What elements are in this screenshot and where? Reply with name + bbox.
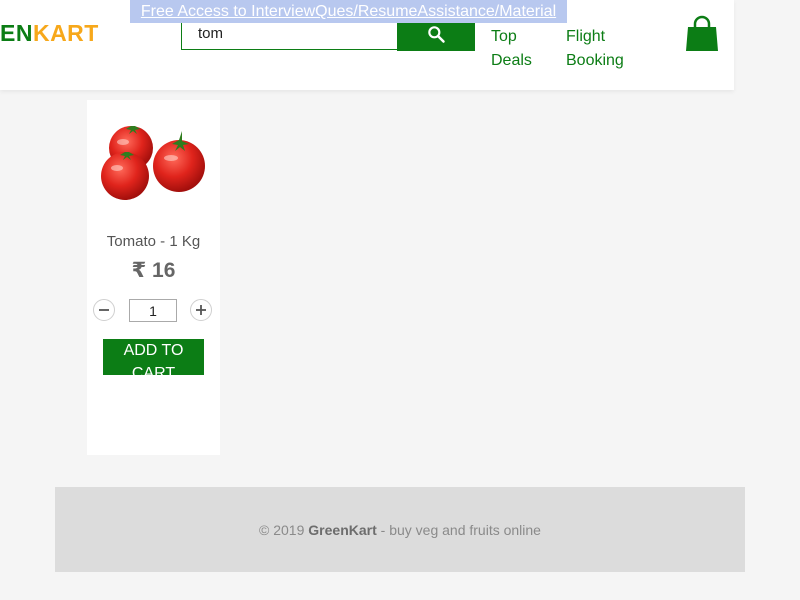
footer-tagline: - buy veg and fruits online — [380, 521, 541, 538]
brand-logo[interactable]: ENKART — [0, 20, 99, 47]
tomato-image — [101, 126, 205, 200]
cart-button[interactable] — [685, 15, 719, 53]
add-to-cart-button[interactable]: ADD TO CART — [103, 339, 204, 375]
minus-icon — [99, 309, 109, 311]
footer-brand: GreenKart — [308, 521, 377, 538]
plus-icon — [196, 305, 206, 315]
shopping-bag-icon — [686, 15, 718, 51]
nav-top-deals[interactable]: Top Deals — [491, 25, 551, 73]
banner-link[interactable]: Free Access to InterviewQues/ResumeAssis… — [130, 0, 567, 23]
brand-prefix: EN — [0, 20, 33, 46]
search-icon — [428, 26, 445, 43]
decrement-button[interactable] — [93, 299, 115, 321]
product-name: Tomato - 1 Kg — [106, 233, 201, 250]
product-card: Tomato - 1 Kg ₹ 16 ADD TO CART — [87, 100, 220, 455]
product-price: ₹ 16 — [131, 259, 176, 282]
site-footer: © 2019 GreenKart - buy veg and fruits on… — [55, 487, 745, 572]
nav-flight-booking[interactable]: Flight Booking — [566, 25, 646, 73]
footer-copyright: © 2019 — [259, 521, 305, 538]
brand-suffix: KART — [32, 20, 99, 46]
quantity-input[interactable] — [129, 299, 177, 322]
increment-button[interactable] — [190, 299, 212, 321]
